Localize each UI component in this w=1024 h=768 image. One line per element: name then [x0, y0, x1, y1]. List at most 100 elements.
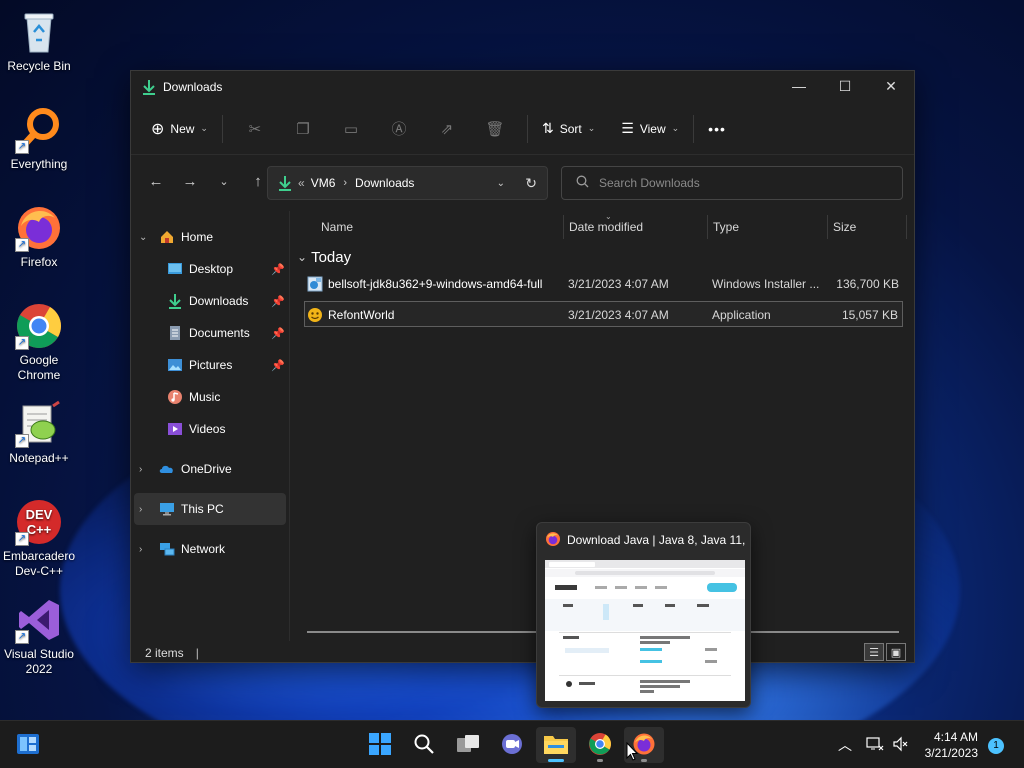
column-header-type[interactable]: Type	[713, 211, 739, 243]
details-view-button[interactable]: ☰	[864, 643, 884, 661]
start-button[interactable]	[360, 727, 400, 763]
nav-item-label: Desktop	[189, 262, 234, 276]
desktop-icon-firefox[interactable]: ↗ Firefox	[0, 204, 78, 270]
desktop-icon-chrome[interactable]: ↗ Google Chrome	[0, 302, 78, 383]
desktop-icon-label: Embarcadero Dev-C++	[2, 549, 76, 578]
nav-item-documents[interactable]: Documents 📌	[131, 317, 289, 349]
column-divider[interactable]	[563, 215, 564, 239]
desktop-icon-everything[interactable]: ↗ Everything	[0, 106, 78, 172]
share-button[interactable]: ⇗	[423, 113, 471, 145]
search-icon	[576, 175, 589, 191]
recycle-bin-icon	[15, 8, 63, 56]
trash-icon: 🗑	[485, 120, 505, 138]
desktop-icon-notepadpp[interactable]: ↗ Notepad++	[0, 400, 78, 466]
column-label: Type	[713, 220, 740, 234]
desktop-icon-recycle-bin[interactable]: Recycle Bin	[0, 8, 78, 74]
tiles-view-button[interactable]: ▣	[886, 643, 906, 661]
nav-item-videos[interactable]: Videos	[131, 413, 289, 445]
file-row[interactable]: bellsoft-jdk8u362+9-windows-amd64-full 3…	[305, 271, 903, 297]
paste-button[interactable]: ▭	[327, 113, 375, 145]
column-label: Date modified	[569, 220, 644, 234]
nav-item-label: OneDrive	[181, 462, 232, 476]
refresh-button[interactable]: ↻	[525, 175, 537, 192]
address-overflow[interactable]: «	[298, 176, 305, 190]
nav-item-this-pc[interactable]: › This PC	[134, 493, 286, 525]
group-label: Today	[311, 248, 352, 266]
shortcut-arrow-icon: ↗	[15, 630, 29, 644]
share-icon: ⇗	[440, 120, 454, 138]
nav-item-label: Home	[181, 230, 214, 244]
volume-tray-button[interactable]	[892, 721, 908, 768]
network-monitor-icon	[866, 736, 884, 755]
column-divider[interactable]	[827, 215, 828, 239]
column-label: Size	[833, 220, 857, 234]
notification-badge[interactable]: 1	[988, 738, 1004, 754]
group-header-today[interactable]: ⌄ Today	[297, 243, 351, 271]
pin-icon: 📌	[271, 327, 285, 340]
file-explorer-window[interactable]: Downloads — ☐ ✕ ⊕ New ⌄ ✂ ❐ ▭ Ⓐ ⇗ 🗑 ⇅ So…	[130, 70, 915, 663]
close-button[interactable]: ✕	[868, 71, 914, 101]
sort-button[interactable]: ⇅ Sort ⌄	[536, 113, 601, 145]
title-bar[interactable]: Downloads — ☐ ✕	[131, 71, 914, 103]
firefox-icon	[545, 531, 561, 549]
details-view-icon: ☰	[869, 646, 879, 659]
windows-logo-icon	[369, 732, 391, 758]
column-divider[interactable]	[906, 215, 907, 239]
recent-locations-button[interactable]: ⌄	[207, 166, 241, 196]
address-dropdown-button[interactable]: ⌄	[497, 178, 505, 189]
minimize-button[interactable]: —	[776, 71, 822, 101]
file-explorer-taskbar-button[interactable]	[536, 727, 576, 763]
search-button[interactable]	[404, 727, 444, 763]
toolbar-divider	[221, 114, 223, 143]
teams-chat-button[interactable]	[492, 727, 532, 763]
address-segment-vm6[interactable]: VM6	[311, 176, 336, 190]
nav-item-network[interactable]: › Network	[131, 533, 289, 565]
new-button[interactable]: ⊕ New ⌄	[145, 113, 214, 145]
show-hidden-icons-button[interactable]: ︿	[838, 721, 852, 768]
nav-item-pictures[interactable]: Pictures 📌	[131, 349, 289, 381]
task-view-button[interactable]	[448, 727, 488, 763]
search-box[interactable]: Search Downloads	[561, 166, 903, 200]
chrome-taskbar-button[interactable]	[580, 727, 620, 763]
running-indicator	[597, 759, 603, 762]
downloads-arrow-icon	[278, 175, 292, 191]
shortcut-arrow-icon: ↗	[15, 434, 29, 448]
file-row[interactable]: RefontWorld 3/21/2023 4:07 AM Applicatio…	[304, 301, 903, 327]
view-label: View	[639, 121, 666, 136]
address-bar[interactable]: « VM6 › Downloads ⌄ ↻	[267, 166, 548, 200]
shortcut-arrow-icon: ↗	[15, 238, 29, 252]
delete-button[interactable]: 🗑	[471, 113, 519, 145]
address-segment-downloads[interactable]: Downloads	[355, 176, 414, 190]
installer-file-icon	[307, 271, 323, 297]
cut-button[interactable]: ✂	[231, 113, 279, 145]
file-type: Application	[712, 308, 771, 322]
desktop-icon-devcpp[interactable]: DEV C++ ↗ Embarcadero Dev-C++	[0, 498, 78, 579]
rename-button[interactable]: Ⓐ	[375, 113, 423, 145]
widgets-button[interactable]	[8, 727, 48, 763]
nav-item-onedrive[interactable]: › OneDrive	[131, 453, 289, 485]
back-button[interactable]: ←	[139, 166, 173, 196]
desktop-icon-visual-studio[interactable]: ↗ Visual Studio 2022	[0, 596, 78, 677]
column-header-size[interactable]: Size	[833, 211, 856, 243]
view-button[interactable]: ☰ View ⌄	[615, 113, 685, 145]
svg-text:DEV: DEV	[26, 507, 53, 522]
nav-item-music[interactable]: Music	[131, 381, 289, 413]
nav-item-downloads[interactable]: Downloads 📌	[131, 285, 289, 317]
more-options-button[interactable]: •••	[702, 113, 732, 145]
nav-item-desktop[interactable]: Desktop 📌	[131, 253, 289, 285]
forward-button[interactable]: →	[173, 166, 207, 196]
pane-splitter[interactable]	[289, 211, 290, 641]
clock[interactable]: 4:14 AM 3/21/2023	[925, 729, 978, 761]
item-count: 2 items	[145, 645, 184, 660]
network-tray-button[interactable]	[866, 721, 884, 768]
arrow-up-icon: ↑	[254, 172, 262, 190]
column-header-date[interactable]: Date modified ⌄	[569, 211, 643, 243]
search-icon	[414, 734, 434, 757]
copy-button[interactable]: ❐	[279, 113, 327, 145]
nav-item-home[interactable]: ⌄ Home	[131, 221, 289, 253]
taskbar-window-preview[interactable]: Download Java | Java 8, Java 11,...	[536, 522, 751, 708]
computer-icon	[159, 501, 175, 517]
column-header-name[interactable]: Name	[321, 211, 353, 243]
column-divider[interactable]	[707, 215, 708, 239]
maximize-button[interactable]: ☐	[822, 71, 868, 101]
